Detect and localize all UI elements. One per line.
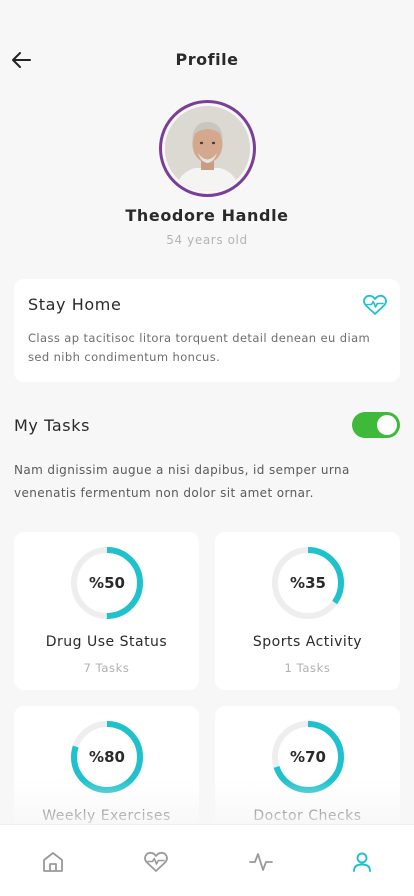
heart-pulse-icon: [144, 851, 168, 872]
stat-title: Doctor Checks: [253, 808, 362, 824]
stat-task-count: 7 Tasks: [83, 661, 130, 675]
toggle-knob: [377, 415, 397, 435]
stay-home-text: Class ap tacitisoc litora torquent detai…: [28, 331, 371, 364]
tab-health[interactable]: [143, 849, 169, 875]
tab-bar: [0, 824, 414, 896]
tab-home[interactable]: [40, 849, 66, 875]
user-name: Theodore Handle: [125, 206, 289, 225]
progress-label: %80: [89, 748, 125, 766]
page-title: Profile: [175, 50, 239, 69]
stat-title: Drug Use Status: [45, 634, 168, 650]
stat-card-drug-use[interactable]: %50 Drug Use Status 7 Tasks: [14, 532, 199, 690]
avatar-photo: [165, 106, 250, 191]
stat-title: Weekly Exercises: [42, 808, 171, 824]
stay-home-card[interactable]: Stay Home Class ap tacitisoc litora torq…: [14, 279, 400, 382]
tab-profile[interactable]: [349, 849, 375, 875]
avatar[interactable]: [159, 100, 256, 197]
tab-activity[interactable]: [248, 849, 274, 875]
header: Profile: [0, 40, 414, 80]
stay-home-title: Stay Home: [28, 295, 122, 314]
stat-title: Sports Activity: [252, 634, 363, 650]
tasks-title: My Tasks: [14, 416, 91, 435]
user-age: 54 years old: [166, 233, 248, 247]
user-icon: [353, 852, 371, 872]
tasks-description: Nam dignissim augue a nisi dapibus, id s…: [14, 463, 350, 500]
progress-label: %35: [290, 574, 326, 592]
progress-label: %50: [89, 574, 125, 592]
tasks-toggle[interactable]: [352, 412, 400, 438]
progress-label: %70: [290, 748, 326, 766]
heart-pulse-icon[interactable]: [362, 292, 388, 318]
stat-task-count: 1 Tasks: [284, 661, 331, 675]
home-icon: [43, 852, 63, 872]
activity-icon: [249, 853, 273, 871]
stat-card-sports-activity[interactable]: %35 Sports Activity 1 Tasks: [215, 532, 400, 690]
